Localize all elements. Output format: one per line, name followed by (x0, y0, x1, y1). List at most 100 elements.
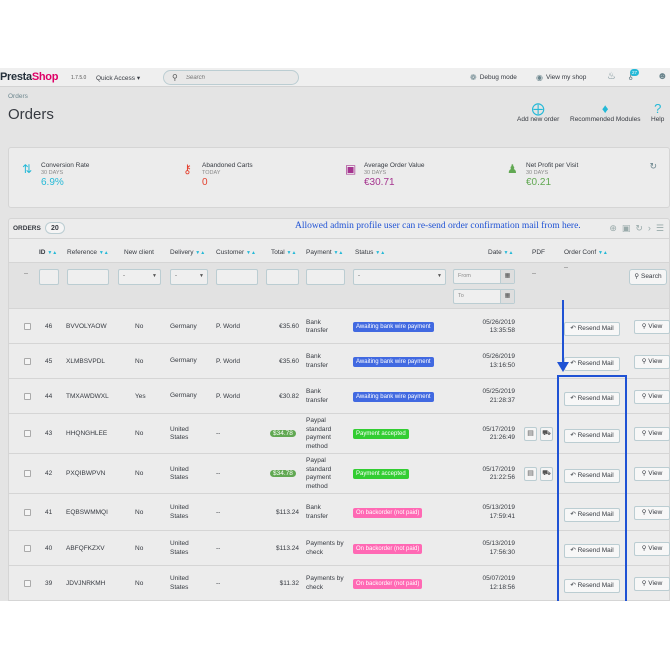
order-reference: BVVOLYAOW (66, 323, 107, 330)
order-total: $11.32 (279, 579, 299, 587)
kpi-abandoned-carts: ⚷ Abandoned Carts TODAY 0 (183, 162, 253, 188)
orders-count-badge: 20 (45, 222, 65, 234)
row-checkbox[interactable] (24, 544, 31, 552)
col-order-conf[interactable]: Order Conf ▼▲ (564, 249, 608, 256)
sort-arrows-icon: ▼▲ (333, 250, 344, 256)
sql-icon[interactable]: › (648, 223, 656, 233)
refresh-icon[interactable]: ↻ (635, 223, 648, 233)
row-checkbox[interactable] (24, 579, 31, 587)
order-customer: -- (216, 470, 221, 477)
sort-arrows-icon: ▼▲ (503, 250, 514, 256)
delivery-slip-button[interactable]: ⛟ (540, 467, 553, 481)
order-delivery: Germany (170, 392, 197, 400)
puzzle-icon: ♦ (601, 101, 609, 116)
order-total: €30.82 (279, 392, 299, 400)
quick-access-dropdown[interactable]: Quick Access ▾ (96, 74, 140, 82)
help-button[interactable]: ? Help (651, 101, 664, 123)
col-customer[interactable]: Customer ▼▲ (216, 249, 256, 256)
col-status[interactable]: Status ▼▲ (355, 249, 385, 256)
money-icon: ▣ (345, 162, 357, 176)
col-total[interactable]: Total ▼▲ (271, 249, 296, 256)
view-order-button[interactable]: ⚲ View (634, 354, 670, 369)
orders-panel-header: ORDERS 20 Allowed admin profile user can… (9, 219, 669, 239)
eye-icon: ◉ (536, 73, 543, 82)
bell-icon[interactable]: ♨ (607, 71, 616, 82)
refresh-icon[interactable]: ↻ (649, 161, 657, 172)
filter-status-select[interactable]: - ▼ (353, 269, 446, 285)
header-search[interactable]: ⚲ (163, 70, 299, 85)
debug-mode-link[interactable]: ❁ Debug mode (470, 73, 517, 82)
add-new-order-button[interactable]: ⨁ Add new order (517, 101, 559, 123)
database-icon[interactable]: ☰ (656, 223, 669, 233)
row-checkbox[interactable] (24, 470, 31, 477)
prestashop-admin: PrestaShop 1.7.5.0 Quick Access ▾ ⚲ ❁Deb… (0, 68, 670, 601)
view-order-button[interactable]: ⚲ View (634, 541, 670, 556)
file-icon: ▤ (527, 430, 534, 437)
order-status-badge: Awaiting bank wire payment (353, 356, 434, 367)
row-checkbox[interactable] (24, 508, 31, 516)
reply-icon: ↶ (570, 325, 576, 332)
delivery-slip-button[interactable]: ⛟ (540, 427, 553, 441)
col-delivery[interactable]: Delivery ▼▲ (170, 249, 205, 256)
order-new-client: No (135, 357, 144, 365)
add-icon[interactable]: ⊕ (609, 223, 622, 233)
view-my-shop-link[interactable]: ◉ View my shop (536, 73, 586, 82)
filter-new-client-select[interactable]: - ▼ (118, 269, 161, 285)
filter-id-input[interactable] (39, 269, 59, 285)
user-avatar-icon[interactable]: ☻ (657, 71, 668, 82)
order-status-badge: On backorder (not paid) (353, 578, 423, 589)
filter-reference-input[interactable] (67, 269, 109, 285)
cart-icon: ⚷ (183, 162, 192, 176)
order-new-client: No (135, 579, 144, 587)
col-id[interactable]: ID ▼▲ (39, 249, 57, 256)
row-checkbox[interactable] (24, 392, 31, 400)
view-order-button[interactable]: ⚲ View (634, 576, 670, 591)
filter-search-button[interactable]: ⚲ Search (629, 269, 667, 285)
filter-delivery-select[interactable]: - ▼ (170, 269, 208, 285)
invoice-pdf-button[interactable]: ▤ (524, 427, 537, 441)
row-checkbox[interactable] (24, 430, 31, 437)
order-total: $113.24 (275, 508, 299, 516)
header-search-input[interactable] (186, 73, 286, 83)
view-order-button[interactable]: ⚲ View (634, 505, 670, 520)
export-icon[interactable]: ▣ (622, 223, 636, 233)
resend-mail-button[interactable]: ↶ Resend Mail (564, 356, 620, 371)
row-checkbox[interactable] (24, 323, 31, 330)
col-payment[interactable]: Payment ▼▲ (306, 249, 343, 256)
view-order-button[interactable]: ⚲ View (634, 427, 670, 441)
order-total: $34.78 (270, 430, 296, 439)
col-reference[interactable]: Reference ▼▲ (67, 249, 109, 256)
panel-tools: ⊕▣↻›☰ (609, 223, 669, 234)
filter-date-from[interactable]: From ▦ (453, 269, 515, 284)
filter-total-input[interactable] (266, 269, 299, 285)
order-customer: P. World (216, 357, 240, 365)
orders-panel-title: ORDERS (13, 225, 41, 232)
filter-payment-input[interactable] (306, 269, 345, 285)
invoice-pdf-button[interactable]: ▤ (524, 467, 537, 481)
order-date: 05/13/2019 (482, 540, 515, 547)
row-checkbox[interactable] (24, 357, 31, 365)
order-id: 41 (45, 508, 53, 516)
order-customer: -- (216, 508, 221, 516)
breadcrumb[interactable]: Orders (8, 93, 28, 100)
search-icon: ⚲ (641, 544, 647, 552)
filter-row: -- - ▼ - ▼ - ▼ From ▦ To ▦ -- -- ⚲ Search (9, 262, 669, 309)
chevron-down-icon: ▼ (152, 273, 157, 279)
order-date: 05/13/2019 (482, 504, 515, 511)
prestashop-logo[interactable]: PrestaShop (0, 71, 58, 83)
view-order-button[interactable]: ⚲ View (634, 467, 670, 481)
order-payment: Bank transfer (306, 318, 329, 335)
sort-icon: ⇅ (22, 162, 33, 176)
order-time: 13:16:50 (489, 361, 515, 369)
resend-mail-button[interactable]: ↶ Resend Mail (564, 322, 620, 336)
order-payment: Bank transfer (306, 388, 329, 404)
order-delivery: United States (170, 465, 189, 482)
filter-customer-input[interactable] (216, 269, 258, 285)
filter-date-to[interactable]: To ▦ (453, 289, 515, 304)
order-time: 13:35:58 (489, 327, 515, 334)
col-date[interactable]: Date ▼▲ (488, 249, 513, 256)
recommended-modules-button[interactable]: ♦ Recommended Modules (570, 101, 640, 123)
annotation-highlight-box (557, 375, 627, 601)
view-order-button[interactable]: ⚲ View (634, 320, 670, 334)
view-order-button[interactable]: ⚲ View (634, 389, 670, 404)
